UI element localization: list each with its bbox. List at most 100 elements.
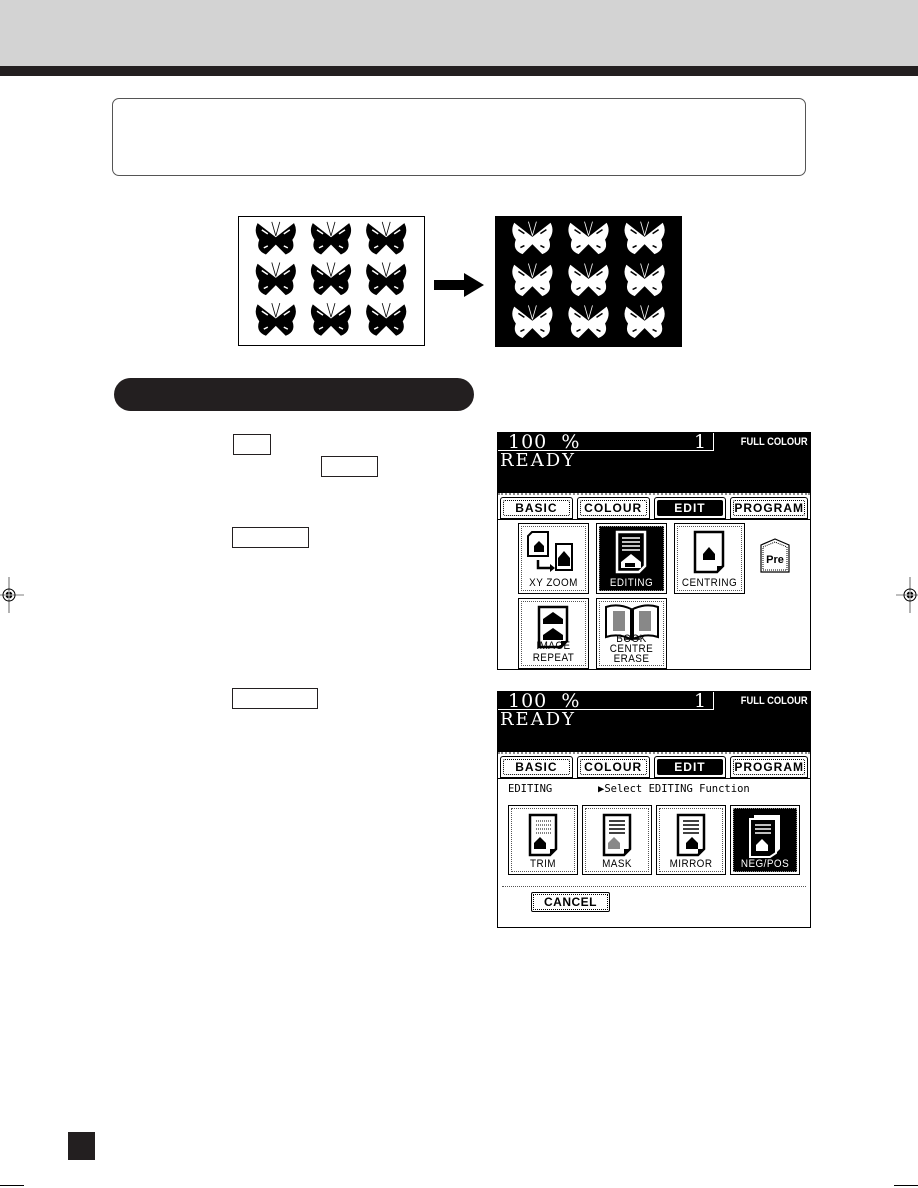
tab-label: EDIT — [656, 500, 724, 516]
butterflies-original — [255, 221, 407, 336]
tab-label: BASIC — [503, 500, 570, 516]
butterflies-negative — [512, 221, 665, 339]
lcd-status-area: 100 % 1 FULL COLOUR READY — [498, 431, 810, 493]
copy-count: 1 — [694, 690, 707, 712]
function-label: XY ZOOM — [529, 577, 578, 589]
xy-zoom-button[interactable]: XY ZOOM — [518, 523, 589, 594]
butterfly-icon — [624, 221, 665, 255]
tab-colour[interactable]: COLOUR — [576, 756, 650, 778]
butterfly-icon — [512, 305, 553, 339]
butterfly-icon — [568, 263, 609, 297]
status-message: READY — [500, 450, 577, 471]
key-box — [233, 434, 271, 455]
page-number-tab — [68, 1132, 95, 1160]
registration-mark-icon — [896, 577, 918, 613]
tab-bar: BASIC COLOUR EDIT PROGRAM — [498, 752, 810, 778]
note-box — [112, 98, 806, 176]
book-centre-erase-button[interactable]: BOOK CENTRE ERASE — [596, 598, 667, 669]
butterfly-icon — [512, 263, 553, 297]
butterfly-icon — [255, 221, 296, 255]
butterfly-icon — [366, 262, 407, 296]
butterfly-icon — [568, 305, 609, 339]
preset-icon: Pre — [760, 538, 790, 573]
image-repeat-button[interactable]: IMAGE REPEAT — [518, 598, 589, 669]
function-label: EDITING — [609, 577, 654, 589]
butterfly-icon — [568, 221, 609, 255]
colour-mode: FULL COLOUR — [741, 695, 808, 707]
function-label: CENTRING — [681, 577, 738, 589]
centring-button[interactable]: CENTRING — [674, 523, 745, 594]
butterfly-icon — [512, 221, 553, 255]
neg-pos-icon — [749, 815, 780, 858]
tab-program[interactable]: PROGRAM — [730, 756, 809, 778]
key-box — [232, 688, 318, 709]
neg-pos-button[interactable]: NEG/POS — [730, 805, 800, 875]
mask-icon — [602, 813, 632, 857]
page-header-band — [0, 0, 918, 66]
tab-bar: BASIC COLOUR EDIT PROGRAM — [498, 493, 810, 519]
original-image — [238, 216, 425, 346]
butterfly-icon — [624, 305, 665, 339]
preset-button[interactable]: Pre — [759, 537, 791, 574]
tab-basic[interactable]: BASIC — [500, 756, 573, 778]
mirror-icon — [676, 813, 706, 857]
butterfly-icon — [310, 221, 352, 255]
function-label: IMAGE REPEAT — [532, 640, 575, 664]
tab-edit[interactable]: EDIT — [653, 497, 727, 519]
preset-label: Pre — [766, 554, 784, 566]
registration-mark-icon — [0, 577, 24, 613]
cancel-button[interactable]: CANCEL — [531, 892, 610, 912]
xy-zoom-icon — [526, 531, 573, 572]
tab-label: EDIT — [656, 759, 724, 775]
tab-label: PROGRAM — [733, 759, 806, 775]
tab-basic[interactable]: BASIC — [500, 497, 573, 519]
function-label: TRIM — [529, 858, 556, 870]
butterfly-icon — [366, 303, 407, 336]
divider — [502, 886, 806, 887]
status-message: READY — [500, 709, 577, 730]
mask-button[interactable]: MASK — [582, 805, 652, 875]
function-label: MASK — [602, 858, 632, 870]
editing-button[interactable]: EDITING — [596, 523, 667, 594]
function-label: MIRROR — [669, 858, 713, 870]
trim-button[interactable]: TRIM — [508, 805, 578, 875]
negative-image — [495, 216, 682, 347]
key-box — [232, 527, 309, 548]
function-label: BOOK CENTRE ERASE — [603, 633, 660, 665]
cancel-label: CANCEL — [533, 894, 608, 910]
function-label: NEG/POS — [740, 858, 790, 870]
crop-mark — [894, 1185, 918, 1186]
tab-colour[interactable]: COLOUR — [576, 497, 650, 519]
butterfly-icon — [310, 262, 352, 296]
editing-icon — [615, 530, 646, 574]
mirror-button[interactable]: MIRROR — [656, 805, 726, 875]
function-label-line1: BOOK CENTRE — [609, 633, 654, 655]
tab-label: PROGRAM — [733, 500, 806, 516]
instruction-text: ▶Select EDITING Function — [598, 783, 750, 795]
tab-label: COLOUR — [579, 500, 647, 516]
screen-title: EDITING — [508, 783, 553, 795]
function-area: XY ZOOM EDITING CENTRING Pre IMAGE REPEA… — [498, 519, 810, 672]
butterfly-icon — [624, 263, 665, 297]
key-box — [321, 456, 378, 477]
butterfly-icon — [310, 303, 352, 336]
crop-mark — [0, 1185, 24, 1186]
butterfly-icon — [255, 262, 296, 296]
copy-count: 1 — [694, 431, 707, 453]
control-panel-edit-menu: 100 % 1 FULL COLOUR READY BASIC COLOUR E… — [497, 431, 811, 672]
function-area: EDITING ▶Select EDITING Function TRIM MA… — [498, 778, 810, 930]
butterfly-icon — [255, 303, 296, 336]
control-panel-editing-menu: 100 % 1 FULL COLOUR READY BASIC COLOUR E… — [497, 690, 811, 930]
tab-label: COLOUR — [579, 759, 647, 775]
tab-edit[interactable]: EDIT — [653, 756, 727, 778]
tab-program[interactable]: PROGRAM — [730, 497, 809, 519]
colour-mode: FULL COLOUR — [741, 436, 808, 448]
lcd-status-area: 100 % 1 FULL COLOUR READY — [498, 690, 810, 752]
trim-icon — [528, 813, 558, 857]
centring-icon — [693, 530, 724, 574]
tab-label: BASIC — [503, 759, 570, 775]
function-label-line2: ERASE — [613, 653, 650, 665]
header-rule — [0, 66, 918, 76]
section-heading — [114, 378, 474, 411]
butterfly-icon — [366, 221, 407, 255]
